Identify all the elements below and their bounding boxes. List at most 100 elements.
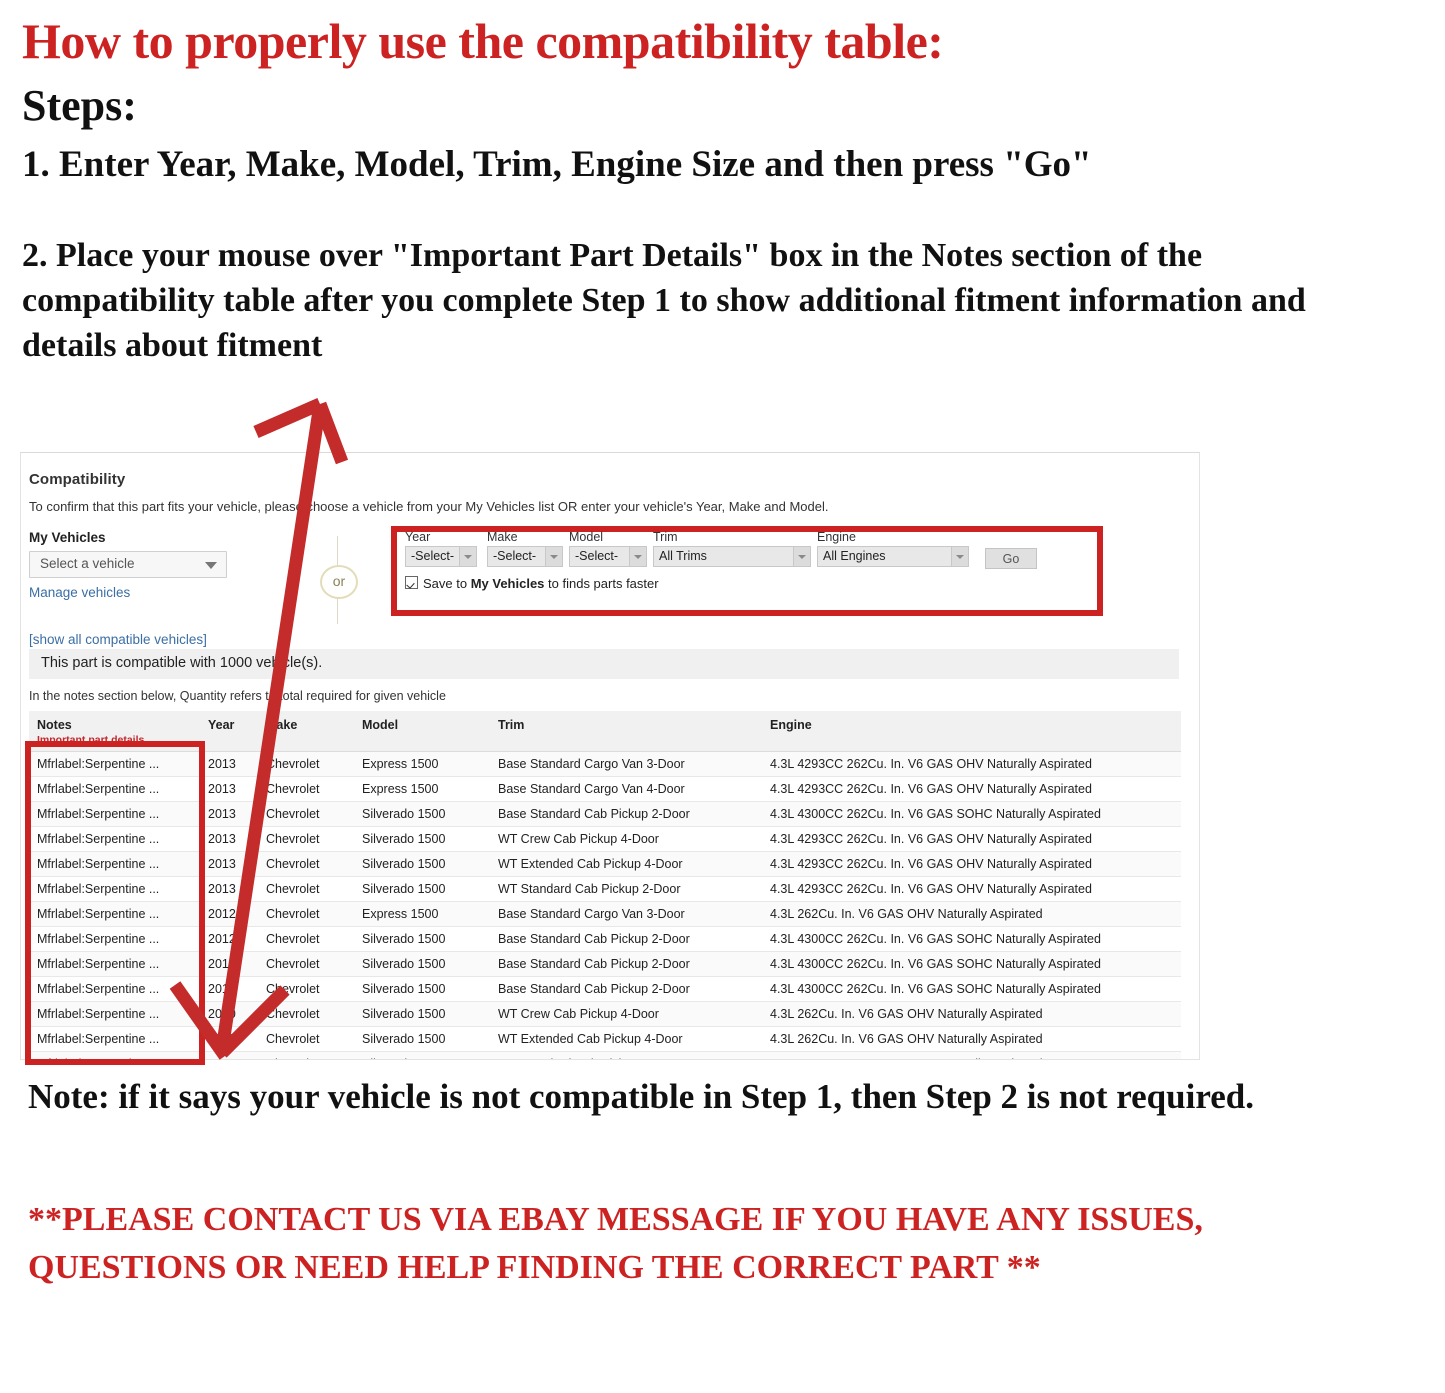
compatibility-panel: Compatibility To confirm that this part …: [20, 452, 1200, 1060]
manage-vehicles-link[interactable]: Manage vehicles: [29, 585, 130, 600]
row-year: 2010: [200, 1051, 258, 1059]
row-engine: 4.3L 4293CC 262Cu. In. V6 GAS OHV Natura…: [762, 751, 1181, 777]
table-header-row: Notes Important part details Year Make M…: [29, 711, 1181, 752]
row-notes[interactable]: Mfrlabel:Serpentine ...: [29, 851, 200, 877]
row-year: 2013: [200, 876, 258, 902]
row-trim: WT Crew Cab Pickup 4-Door: [490, 826, 762, 852]
chevron-down-icon: [951, 547, 968, 566]
row-model: Express 1500: [354, 776, 490, 802]
field-engine: Engine All Engines: [817, 530, 969, 567]
row-trim: WT Extended Cab Pickup 4-Door: [490, 851, 762, 877]
model-select[interactable]: -Select-: [569, 546, 647, 567]
column-header-notes[interactable]: Notes Important part details: [29, 711, 200, 752]
compatibility-subheading: To confirm that this part fits your vehi…: [29, 499, 829, 514]
go-button[interactable]: Go: [985, 548, 1037, 569]
row-notes[interactable]: Mfrlabel:Serpentine ...: [29, 776, 200, 802]
row-make: Chevrolet: [258, 801, 354, 827]
row-trim: WT Extended Cab Pickup 4-Door: [490, 1026, 762, 1052]
column-header-year[interactable]: Year: [200, 711, 258, 752]
field-engine-label: Engine: [817, 530, 856, 544]
my-vehicles-select-value: Select a vehicle: [40, 556, 135, 571]
row-model: Silverado 1500: [354, 876, 490, 902]
row-notes[interactable]: Mfrlabel:Serpentine ...: [29, 876, 200, 902]
row-trim: WT Crew Cab Pickup 4-Door: [490, 1001, 762, 1027]
row-notes[interactable]: Mfrlabel:Serpentine ...: [29, 1051, 200, 1059]
table-row: Mfrlabel:Serpentine ... 2013 Chevrolet Silv…: [29, 826, 1181, 852]
row-year: 2012: [200, 926, 258, 952]
row-year: 2013: [200, 851, 258, 877]
row-engine: 4.3L 4293CC 262Cu. In. V6 GAS OHV Natura…: [762, 851, 1181, 877]
important-part-details-label[interactable]: Important part details: [37, 734, 200, 746]
row-engine: 4.3L 4300CC 262Cu. In. V6 GAS SOHC Natur…: [762, 976, 1181, 1002]
year-select-value: -Select-: [411, 549, 455, 563]
row-make: Chevrolet: [258, 776, 354, 802]
footer-contact-text: **PLEASE CONTACT US VIA EBAY MESSAGE IF …: [28, 1201, 1203, 1287]
row-notes[interactable]: Mfrlabel:Serpentine ...: [29, 1026, 200, 1052]
save-to-my-vehicles-row[interactable]: Save to My Vehicles to finds parts faste…: [405, 576, 659, 591]
row-notes[interactable]: Mfrlabel:Serpentine ...: [29, 751, 200, 777]
chevron-down-icon: [459, 547, 476, 566]
year-select[interactable]: -Select-: [405, 546, 477, 567]
row-notes[interactable]: Mfrlabel:Serpentine ...: [29, 901, 200, 927]
compatible-count-bar: This part is compatible with 1000 vehicl…: [29, 649, 1179, 679]
row-trim: Base Standard Cab Pickup 2-Door: [490, 951, 762, 977]
vehicle-chooser: My Vehicles Select a vehicle Manage vehi…: [21, 526, 1199, 648]
column-header-engine[interactable]: Engine: [762, 711, 1181, 752]
row-trim: Base Standard Cab Pickup 2-Door: [490, 801, 762, 827]
engine-select[interactable]: All Engines: [817, 546, 969, 567]
row-notes[interactable]: Mfrlabel:Serpentine ...: [29, 801, 200, 827]
column-header-model[interactable]: Model: [354, 711, 490, 752]
row-trim: WT Standard Cab Pickup 2-Door: [490, 1051, 762, 1059]
row-year: 2010: [200, 1001, 258, 1027]
make-select[interactable]: -Select-: [487, 546, 563, 567]
row-year: 2013: [200, 751, 258, 777]
row-trim: Base Standard Cab Pickup 2-Door: [490, 926, 762, 952]
row-model: Silverado 1500: [354, 826, 490, 852]
row-engine: 4.3L 4293CC 262Cu. In. V6 GAS OHV Natura…: [762, 776, 1181, 802]
row-notes[interactable]: Mfrlabel:Serpentine ...: [29, 1001, 200, 1027]
table-row: Mfrlabel:Serpentine ...2010ChevroletSilv…: [29, 976, 1181, 1002]
row-year: 2010: [200, 976, 258, 1002]
column-header-trim[interactable]: Trim: [490, 711, 762, 752]
row-engine: 4.3L 4293CC 262Cu. In. V6 GAS OHV Natura…: [762, 826, 1181, 852]
table-row: Mfrlabel:Serpentine ...2010ChevroletSilv…: [29, 1001, 1181, 1027]
row-notes[interactable]: Mfrlabel:Serpentine ...: [29, 951, 200, 977]
row-make: Chevrolet: [258, 826, 354, 852]
row-engine: 4.3L 4300CC 262Cu. In. V6 GAS SOHC Natur…: [762, 951, 1181, 977]
save-vehicle-checkbox[interactable]: [405, 576, 418, 589]
compatibility-table-body: Mfrlabel:Serpentine ... 2013 Chevrolet Expr…: [29, 751, 1181, 1059]
save-label-bold: My Vehicles: [470, 576, 545, 591]
row-model: Express 1500: [354, 751, 490, 777]
row-notes[interactable]: Mfrlabel:Serpentine ...: [29, 976, 200, 1002]
trim-select[interactable]: All Trims: [653, 546, 811, 567]
my-vehicles-select[interactable]: Select a vehicle: [29, 551, 227, 578]
row-model: Silverado 1500: [354, 801, 490, 827]
column-header-make[interactable]: Make: [258, 711, 354, 752]
field-trim: Trim All Trims: [653, 530, 811, 567]
row-model: Silverado 1500: [354, 951, 490, 977]
compatible-count-text: This part is compatible with 1000 vehicl…: [41, 655, 323, 671]
save-label-pre: Save to: [423, 576, 471, 591]
field-year-label: Year: [405, 530, 431, 544]
table-row: Mfrlabel:Serpentine ... 2011 Chevrolet Silv…: [29, 951, 1181, 977]
show-all-compatible-vehicles-link[interactable]: [show all compatible vehicles]: [29, 632, 207, 647]
row-engine: 4.3L 4293CC 262Cu. In. V6 GAS OHV Natura…: [762, 876, 1181, 902]
row-year: 2010: [200, 1026, 258, 1052]
row-year: 2013: [200, 776, 258, 802]
row-model: Silverado 1500: [354, 1026, 490, 1052]
table-row: Mfrlabel:Serpentine ... 2012 Chevrolet Silv…: [29, 926, 1181, 952]
step-1-text: 1. Enter Year, Make, Model, Trim, Engine…: [22, 144, 1092, 186]
field-trim-label: Trim: [653, 530, 678, 544]
step-2-text: 2. Place your mouse over "Important Part…: [22, 236, 1306, 365]
or-badge-label: or: [320, 565, 358, 599]
row-notes[interactable]: Mfrlabel:Serpentine ...: [29, 826, 200, 852]
row-trim: WT Standard Cab Pickup 2-Door: [490, 876, 762, 902]
table-row: Mfrlabel:Serpentine ... 2013 Chevrolet Expr…: [29, 751, 1181, 777]
field-model-label: Model: [569, 530, 604, 544]
row-engine: 4.3L 4300CC 262Cu. In. V6 GAS SOHC Natur…: [762, 801, 1181, 827]
row-trim: Base Standard Cargo Van 4-Door: [490, 776, 762, 802]
chevron-down-icon: [793, 547, 810, 566]
row-notes[interactable]: Mfrlabel:Serpentine ...: [29, 926, 200, 952]
steps-label: Steps:: [22, 81, 137, 130]
table-row: Mfrlabel:Serpentine ... 2013 Chevrolet Expr…: [29, 776, 1181, 802]
